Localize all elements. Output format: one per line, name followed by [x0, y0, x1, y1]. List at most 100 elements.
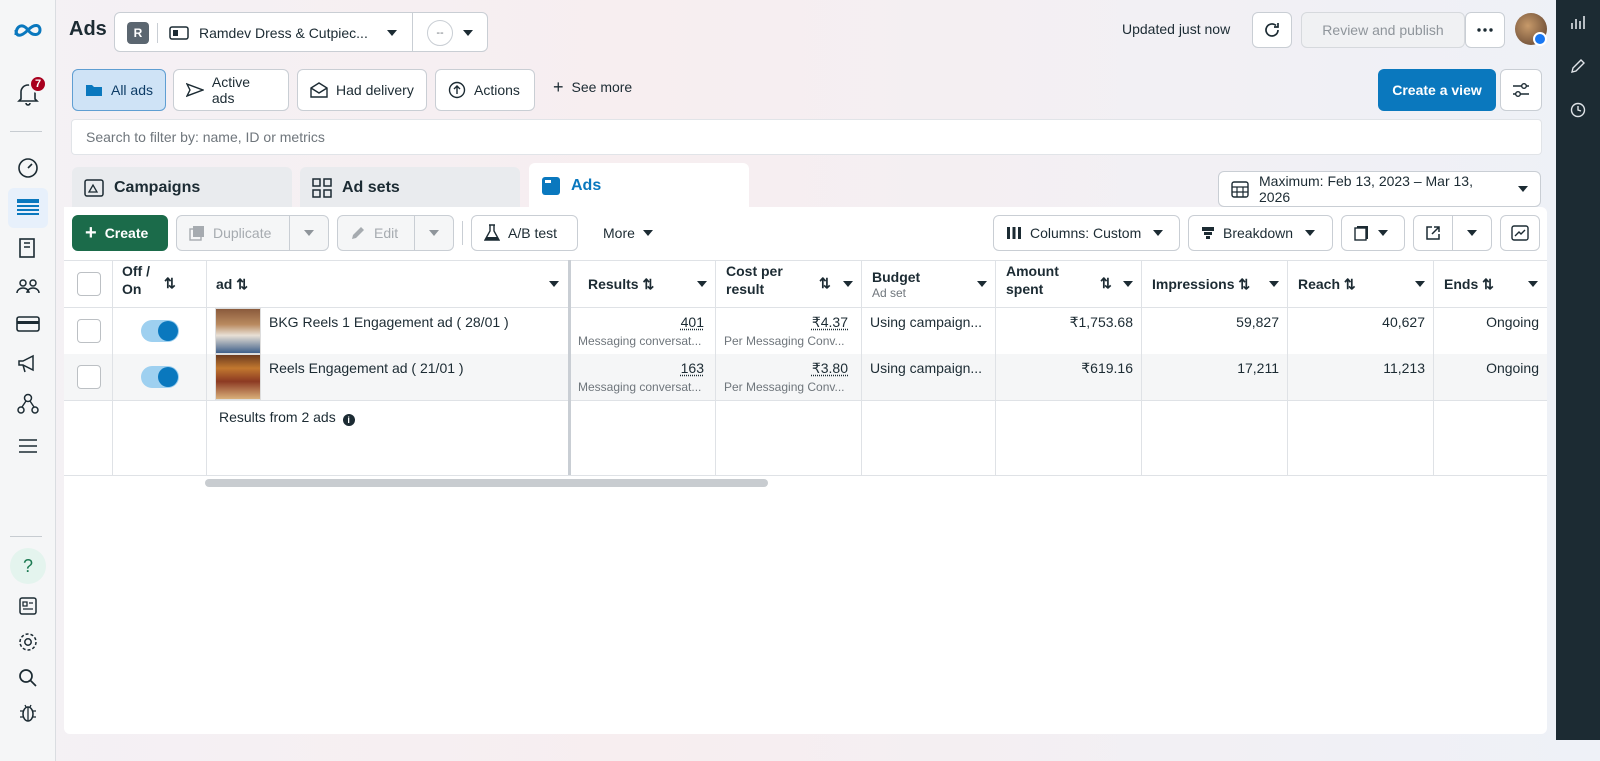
- help-question-icon[interactable]: ?: [10, 548, 46, 584]
- ad-name-link[interactable]: Reels Engagement ad ( 21/01 ): [269, 360, 464, 376]
- secondary-selector[interactable]: --: [412, 12, 488, 52]
- sort-icon: ⇅: [1343, 276, 1356, 292]
- nav-divider: [10, 131, 42, 132]
- filter-all-ads[interactable]: All ads: [72, 69, 166, 111]
- column-header-ends[interactable]: Ends ⇅: [1444, 275, 1494, 293]
- row-checkbox[interactable]: [77, 319, 101, 343]
- select-all-checkbox[interactable]: [77, 272, 101, 296]
- more-button[interactable]: More: [590, 215, 670, 251]
- cost-per-result-value[interactable]: ₹3.80: [770, 360, 848, 377]
- column-header-ad[interactable]: ad ⇅: [216, 275, 248, 293]
- column-header-reach[interactable]: Reach ⇅: [1298, 275, 1356, 293]
- column-menu-chevron-icon[interactable]: [697, 281, 707, 287]
- duplicate-button[interactable]: Duplicate: [176, 215, 290, 251]
- catalog-book-icon[interactable]: [14, 234, 42, 262]
- news-feed-icon[interactable]: [14, 592, 42, 620]
- create-button[interactable]: + Create: [72, 215, 168, 251]
- ends-value: Ongoing: [1486, 314, 1539, 330]
- columns-button[interactable]: Columns: Custom: [993, 215, 1180, 251]
- column-menu-chevron-icon[interactable]: [977, 281, 987, 287]
- row-checkbox[interactable]: [77, 365, 101, 389]
- settings-gear-icon[interactable]: [14, 628, 42, 656]
- create-view-button[interactable]: Create a view: [1378, 69, 1496, 111]
- bug-report-icon[interactable]: [14, 698, 42, 726]
- plus-icon: +: [85, 222, 97, 244]
- tab-ads[interactable]: Ads: [529, 163, 749, 209]
- column-menu-chevron-icon[interactable]: [1269, 281, 1279, 287]
- column-menu-chevron-icon[interactable]: [1528, 281, 1538, 287]
- dashboard-gauge-icon[interactable]: [14, 154, 42, 182]
- column-header-budget[interactable]: Budget: [872, 268, 920, 286]
- info-icon[interactable]: i: [342, 414, 355, 426]
- sort-icon[interactable]: ⇅: [1100, 274, 1112, 292]
- divider: [64, 260, 1547, 261]
- tab-label: Ad sets: [342, 179, 400, 196]
- column-header-amount-spent[interactable]: Amount spent: [1006, 262, 1076, 298]
- horizontal-scrollbar[interactable]: [205, 479, 768, 487]
- ab-test-button[interactable]: A/B test: [471, 215, 578, 251]
- ads-manager-table-icon[interactable]: [8, 188, 48, 228]
- megaphone-icon[interactable]: [14, 350, 42, 378]
- search-filter-input[interactable]: Search to filter by: name, ID or metrics: [71, 119, 1542, 155]
- business-graph-icon[interactable]: [14, 390, 42, 418]
- refresh-button[interactable]: [1252, 12, 1292, 48]
- history-clock-icon[interactable]: [1568, 100, 1588, 120]
- sort-icon[interactable]: ⇅: [819, 274, 831, 292]
- billing-card-icon[interactable]: [14, 310, 42, 338]
- audiences-people-icon[interactable]: [14, 272, 42, 300]
- column-menu-chevron-icon[interactable]: [843, 281, 853, 287]
- ad-thumbnail[interactable]: [215, 354, 261, 400]
- charts-button[interactable]: [1500, 215, 1540, 251]
- chevron-down-icon: [1467, 230, 1477, 236]
- impressions-value: 59,827: [1236, 314, 1279, 330]
- column-header-results[interactable]: Results ⇅: [588, 275, 654, 293]
- cost-per-result-type: Per Messaging Conv...: [724, 380, 845, 394]
- ad-account-selector[interactable]: R Ramdev Dress & Cutpiec...: [114, 12, 413, 52]
- duplicate-label: Duplicate: [213, 225, 272, 241]
- menu-hamburger-icon[interactable]: [14, 432, 42, 460]
- column-menu-chevron-icon[interactable]: [549, 281, 559, 287]
- customize-filters-button[interactable]: [1500, 69, 1542, 111]
- meta-logo-icon[interactable]: [12, 16, 44, 44]
- edit-button[interactable]: Edit: [337, 215, 415, 251]
- more-options-button[interactable]: [1465, 12, 1505, 48]
- see-more-button[interactable]: + See more: [553, 77, 632, 97]
- review-and-publish-button[interactable]: Review and publish: [1301, 12, 1465, 48]
- sliders-icon: [1513, 83, 1529, 97]
- column-menu-chevron-icon[interactable]: [1123, 281, 1133, 287]
- column-header-cost-per-result[interactable]: Cost per result: [726, 262, 806, 298]
- tab-campaigns[interactable]: Campaigns: [72, 167, 292, 209]
- column-menu-chevron-icon[interactable]: [1415, 281, 1425, 287]
- ad-name-link[interactable]: BKG Reels 1 Engagement ad ( 28/01 ): [269, 314, 509, 330]
- ends-value: Ongoing: [1486, 360, 1539, 376]
- cost-per-result-value[interactable]: ₹4.37: [770, 314, 848, 331]
- filter-had-delivery[interactable]: Had delivery: [297, 69, 427, 111]
- account-page-icon: [169, 25, 189, 44]
- breakdown-button[interactable]: Breakdown: [1188, 215, 1333, 251]
- bar-chart-icon[interactable]: [1568, 12, 1588, 32]
- sort-icon[interactable]: ⇅: [164, 274, 176, 292]
- right-toolbar: [1556, 0, 1600, 740]
- tab-ad-sets[interactable]: Ad sets: [300, 167, 520, 209]
- edit-dropdown[interactable]: [414, 215, 454, 251]
- ad-on-off-toggle[interactable]: [141, 320, 179, 342]
- duplicate-dropdown[interactable]: [289, 215, 329, 251]
- edit-pencil-icon[interactable]: [1568, 56, 1588, 76]
- divider: [64, 475, 1547, 476]
- export-button[interactable]: [1413, 215, 1453, 251]
- chevron-down-icon: [1153, 230, 1164, 236]
- results-value[interactable]: 401: [640, 314, 704, 330]
- tab-label: Campaigns: [114, 179, 201, 196]
- filter-active-ads[interactable]: Active ads: [173, 69, 289, 111]
- filter-actions[interactable]: Actions: [435, 69, 535, 111]
- column-header-off-on[interactable]: Off / On: [122, 262, 162, 298]
- column-header-impressions[interactable]: Impressions ⇅: [1152, 275, 1250, 293]
- export-dropdown[interactable]: [1452, 215, 1492, 251]
- ad-on-off-toggle[interactable]: [141, 366, 179, 388]
- reports-button[interactable]: [1341, 215, 1405, 251]
- date-range-picker[interactable]: Maximum: Feb 13, 2023 – Mar 13, 2026: [1218, 171, 1541, 207]
- results-value[interactable]: 163: [640, 360, 704, 376]
- ad-thumbnail[interactable]: [215, 308, 261, 354]
- plus-icon: +: [553, 77, 564, 97]
- search-icon[interactable]: [14, 664, 42, 692]
